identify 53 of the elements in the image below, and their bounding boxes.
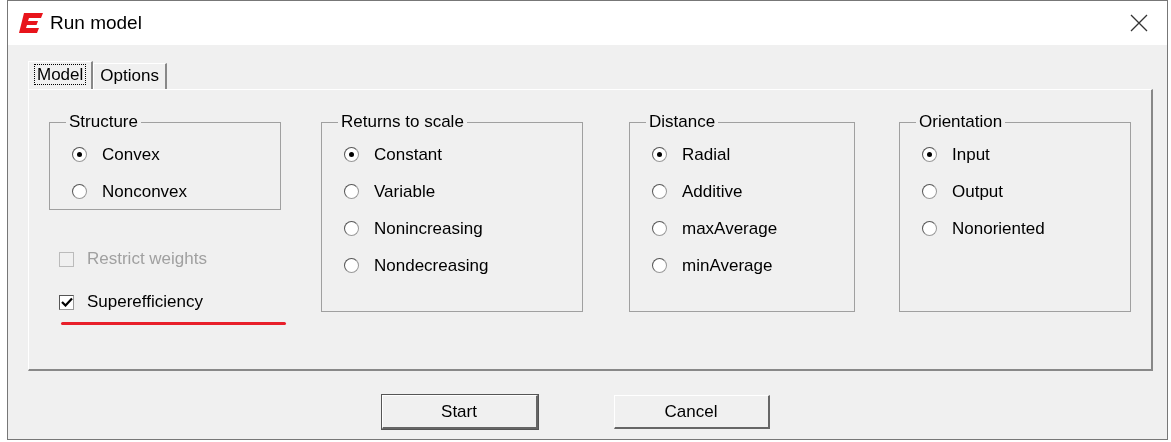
radio-label[interactable]: Nonconvex — [102, 181, 188, 202]
radio-button[interactable] — [922, 147, 937, 162]
radio-label[interactable]: maxAverage — [682, 218, 778, 239]
app-logo-icon — [18, 12, 44, 34]
radio-option[interactable]: Nonconvex — [72, 173, 266, 210]
radio-label[interactable]: Variable — [374, 181, 436, 202]
radio-button[interactable] — [344, 258, 359, 273]
group-title: Orientation — [918, 112, 1004, 132]
radio-label[interactable]: Output — [952, 181, 1004, 202]
radio-option[interactable]: Variable — [344, 173, 568, 210]
radio-option[interactable]: minAverage — [652, 247, 840, 284]
radio-label[interactable]: minAverage — [682, 255, 773, 276]
radio-option[interactable]: Radial — [652, 136, 840, 173]
checkbox[interactable] — [59, 294, 74, 310]
radio-button[interactable] — [652, 258, 667, 273]
radio-button[interactable] — [922, 221, 937, 236]
radio-button[interactable] — [652, 147, 667, 162]
group-title: Returns to scale — [340, 112, 465, 132]
radio-button[interactable] — [652, 184, 667, 199]
group-title: Distance — [648, 112, 717, 132]
radio-label[interactable]: Radial — [682, 144, 731, 165]
checkbox-label[interactable]: Superefficiency — [87, 292, 203, 312]
radio-option[interactable]: Convex — [72, 136, 266, 173]
radio-option[interactable]: Output — [922, 173, 1116, 210]
radio-button[interactable] — [72, 184, 87, 199]
radio-option[interactable]: Constant — [344, 136, 568, 173]
radio-button[interactable] — [72, 147, 87, 162]
window-title: Run model — [50, 12, 143, 34]
radio-button[interactable] — [344, 147, 359, 162]
dialog-button[interactable]: Start — [381, 395, 538, 429]
radio-option[interactable]: Nonoriented — [922, 210, 1116, 247]
radio-label[interactable]: Nondecreasing — [374, 255, 489, 276]
radio-label[interactable]: Nonincreasing — [374, 218, 483, 239]
radio-option[interactable]: Input — [922, 136, 1116, 173]
radio-button[interactable] — [344, 184, 359, 199]
radio-label[interactable]: Additive — [682, 181, 743, 202]
checkbox-option[interactable]: Superefficiency — [59, 287, 281, 317]
radio-button[interactable] — [652, 221, 667, 236]
radio-option[interactable]: Nondecreasing — [344, 247, 568, 284]
radio-button[interactable] — [922, 184, 937, 199]
group-title: Structure — [68, 112, 139, 132]
radio-label[interactable]: Input — [952, 144, 990, 165]
radio-option[interactable]: Additive — [652, 173, 840, 210]
radio-label[interactable]: Nonoriented — [952, 218, 1045, 239]
radio-option[interactable]: Nonincreasing — [344, 210, 568, 247]
close-icon[interactable] — [1129, 13, 1149, 33]
tab[interactable]: Model — [28, 61, 94, 89]
radio-label[interactable]: Convex — [102, 144, 160, 165]
radio-label[interactable]: Constant — [374, 144, 443, 165]
dialog-button[interactable]: Cancel — [613, 395, 770, 429]
radio-button[interactable] — [344, 221, 359, 236]
radio-option[interactable]: maxAverage — [652, 210, 840, 247]
tab[interactable]: Options — [93, 63, 167, 89]
